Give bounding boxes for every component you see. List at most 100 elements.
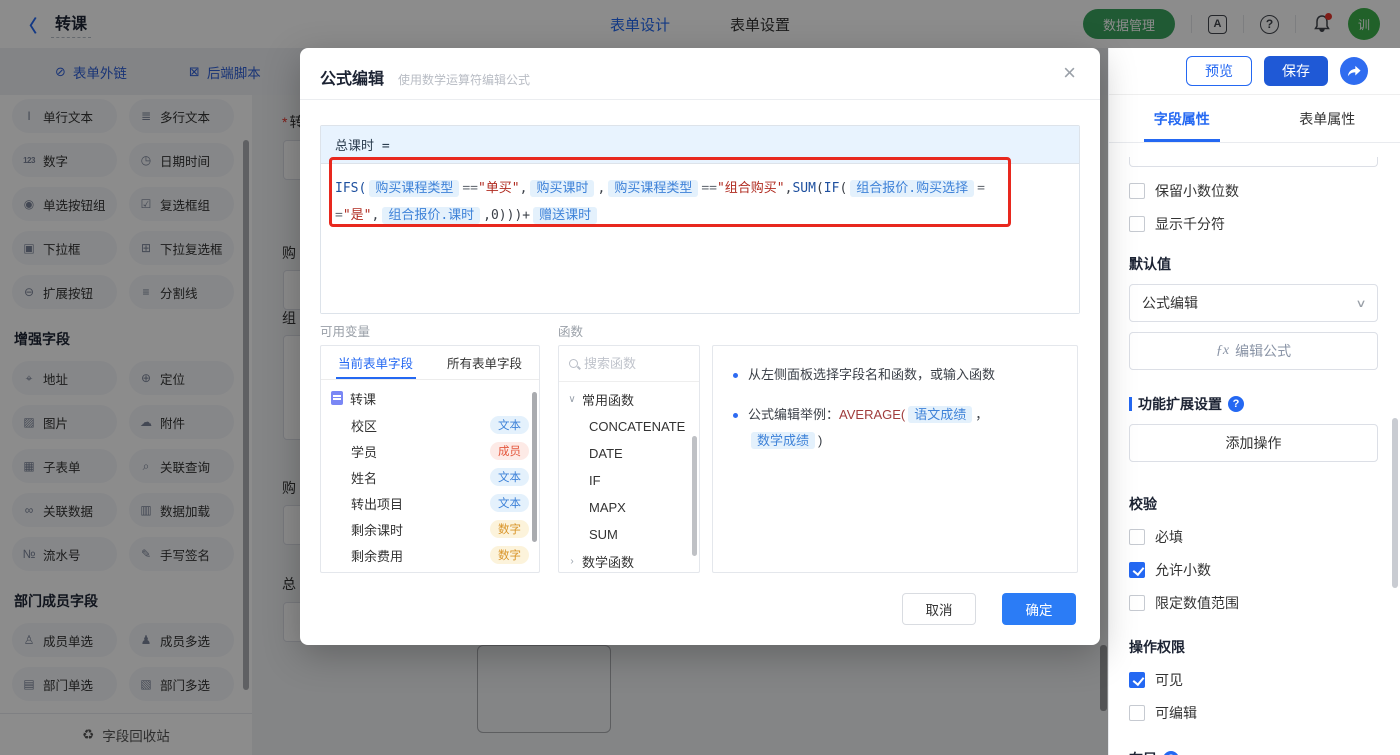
field-token[interactable]: 组合报价.购买选择: [850, 180, 975, 197]
function-group-label: 常用函数: [582, 393, 635, 408]
tab-form-properties[interactable]: 表单属性: [1255, 95, 1400, 142]
formula-segment: AVERAGE(: [839, 407, 906, 422]
modal-header: 公式编辑 使用数学运算符编辑公式 ×: [300, 48, 1100, 100]
function-item[interactable]: CONCATENATE: [559, 413, 699, 440]
formula-segment: IF: [823, 181, 840, 196]
variables-panel: 当前表单字段 所有表单字段 转课 校区 文本 学员 成员 姓名 文本 转出项目 文本 剩余课时数…: [320, 345, 540, 573]
properties-panel: 预览 保存 字段属性 表单属性 保留小数位数 显示千分符 默认值 公式编辑 ∨ ƒ…: [1108, 48, 1400, 755]
question-icon[interactable]: ?: [1228, 396, 1244, 412]
function-search-input[interactable]: [584, 356, 664, 371]
edit-formula-button[interactable]: ƒx 编辑公式: [1129, 332, 1378, 370]
checkbox-label: 允许小数: [1155, 562, 1211, 578]
formula-segment: ==: [701, 181, 717, 196]
heading-bar: [1129, 397, 1132, 411]
variables-tabs: 当前表单字段 所有表单字段: [321, 346, 539, 380]
default-value-select[interactable]: 公式编辑 ∨: [1129, 284, 1378, 322]
field-token[interactable]: 语文成绩: [908, 406, 973, 423]
properties-scrollbar[interactable]: [1392, 418, 1398, 588]
formula-expression: IFS(购买课程类型 =="单买", 购买课时, 购买课程类型 =="组合购买",SUM…: [335, 175, 997, 229]
variable-row[interactable]: 校区 文本: [321, 412, 539, 438]
variable-name: 学员: [351, 444, 378, 460]
formula-editor-modal: 公式编辑 使用数学运算符编辑公式 × 总课时 = IFS(购买课程类型 =="单买…: [300, 48, 1100, 645]
confirm-button[interactable]: 确定: [1002, 593, 1076, 625]
variables-root-label: 转课: [350, 391, 377, 407]
question-icon[interactable]: ?: [1163, 751, 1179, 755]
field-type-badge: 数字: [490, 546, 529, 564]
search-icon: [569, 359, 578, 368]
variables-label: 可用变量: [320, 325, 371, 339]
variable-row[interactable]: 姓名 文本: [321, 464, 539, 490]
variable-name: 姓名: [351, 470, 378, 486]
close-icon[interactable]: ×: [1063, 62, 1076, 84]
tab-current-form-fields[interactable]: 当前表单字段: [321, 346, 430, 379]
tab-field-properties[interactable]: 字段属性: [1109, 95, 1255, 142]
field-token[interactable]: 购买课程类型: [369, 180, 460, 197]
field-token[interactable]: 赠送课时: [533, 207, 598, 224]
checkbox[interactable]: [1129, 595, 1145, 611]
add-operation-button[interactable]: 添加操作: [1129, 424, 1378, 462]
checkbox-row: 显示千分符: [1129, 214, 1378, 234]
checkbox-label: 显示千分符: [1155, 216, 1225, 232]
field-token[interactable]: 组合报价.课时: [382, 207, 481, 224]
field-token[interactable]: 购买课程类型: [608, 180, 699, 197]
formula-segment: ,: [597, 181, 606, 196]
preview-button[interactable]: 预览: [1186, 56, 1252, 86]
share-button[interactable]: [1340, 57, 1368, 85]
checkbox-label: 保留小数位数: [1155, 183, 1239, 199]
clipped-input[interactable]: [1129, 157, 1378, 167]
formula-segment: IFS(: [335, 181, 367, 196]
checkbox-label: 必填: [1155, 529, 1183, 545]
variables-root[interactable]: 转课: [321, 384, 539, 412]
checkbox-row: 可见: [1129, 670, 1378, 690]
permission-heading: 操作权限: [1129, 639, 1185, 655]
formula-segment: ,: [519, 181, 528, 196]
formula-segment: ==: [462, 181, 478, 196]
checkbox[interactable]: [1129, 216, 1145, 232]
help-text: 公式编辑举例：AVERAGE(语文成绩 ， 数学成绩): [748, 402, 1057, 454]
modal-mask-top-right: [1108, 0, 1400, 48]
field-type-badge: 成员: [490, 442, 529, 460]
chevron-down-icon: ∨: [568, 394, 576, 405]
layout-heading-label: 布局: [1129, 749, 1157, 755]
checkbox[interactable]: [1129, 705, 1145, 721]
formula-segment: ，: [975, 407, 989, 422]
bullet-dot: [733, 413, 738, 418]
variable-row[interactable]: 剩余课时 数字: [321, 516, 539, 542]
form-designer-app: 〈 转课 表单设计 表单设置 数据管理 A ? 训 ⊘表单外链⊠后端脚本▦数据权…: [0, 0, 1400, 755]
variable-row[interactable]: 剩余费用 数字: [321, 542, 539, 568]
function-item[interactable]: SUM: [559, 521, 699, 548]
checkbox[interactable]: [1129, 529, 1145, 545]
checkbox[interactable]: [1129, 183, 1145, 199]
properties-body: 保留小数位数 显示千分符 默认值 公式编辑 ∨ ƒx 编辑公式 功能扩展设置 ? …: [1109, 143, 1400, 755]
checkbox-label: 可见: [1155, 672, 1183, 688]
modal-title: 公式编辑: [320, 71, 385, 88]
save-button[interactable]: 保存: [1264, 56, 1328, 86]
formula-target: 总课时 =: [321, 126, 1079, 164]
function-item[interactable]: MAPX: [559, 494, 699, 521]
function-search: [559, 346, 699, 382]
function-group[interactable]: ∨ 常用函数: [559, 386, 699, 413]
tab-all-form-fields[interactable]: 所有表单字段: [430, 346, 539, 379]
function-group[interactable]: › 数学函数: [559, 548, 699, 572]
properties-tabs: 字段属性 表单属性: [1109, 95, 1400, 143]
function-item[interactable]: IF: [559, 467, 699, 494]
field-token[interactable]: 购买课时: [530, 180, 595, 197]
formula-segment: (: [839, 181, 848, 196]
formula-input-area[interactable]: IFS(购买课程类型 =="单买", 购买课时, 购买课程类型 =="组合购买",SUM…: [321, 164, 1079, 313]
variable-row[interactable]: 转出项目 文本: [321, 490, 539, 516]
variables-scrollbar[interactable]: [532, 392, 537, 542]
cancel-button[interactable]: 取消: [902, 593, 976, 625]
default-value-heading: 默认值: [1129, 256, 1171, 272]
function-item[interactable]: DATE: [559, 440, 699, 467]
functions-scrollbar[interactable]: [692, 436, 697, 556]
checkbox-label: 可编辑: [1155, 705, 1197, 721]
checkbox[interactable]: [1129, 672, 1145, 688]
variable-row[interactable]: 学员 成员: [321, 438, 539, 464]
checkbox[interactable]: [1129, 562, 1145, 578]
field-token[interactable]: 数学成绩: [751, 432, 816, 449]
functions-panel: ∨常用函数CONCATENATEDATEIFMAPXSUM›数学函数›文本函数: [558, 345, 700, 573]
field-type-badge: 数字: [490, 520, 529, 538]
validation-heading: 校验: [1129, 496, 1157, 512]
field-type-badge: 文本: [490, 494, 529, 512]
variable-name: 剩余课时: [351, 522, 404, 538]
